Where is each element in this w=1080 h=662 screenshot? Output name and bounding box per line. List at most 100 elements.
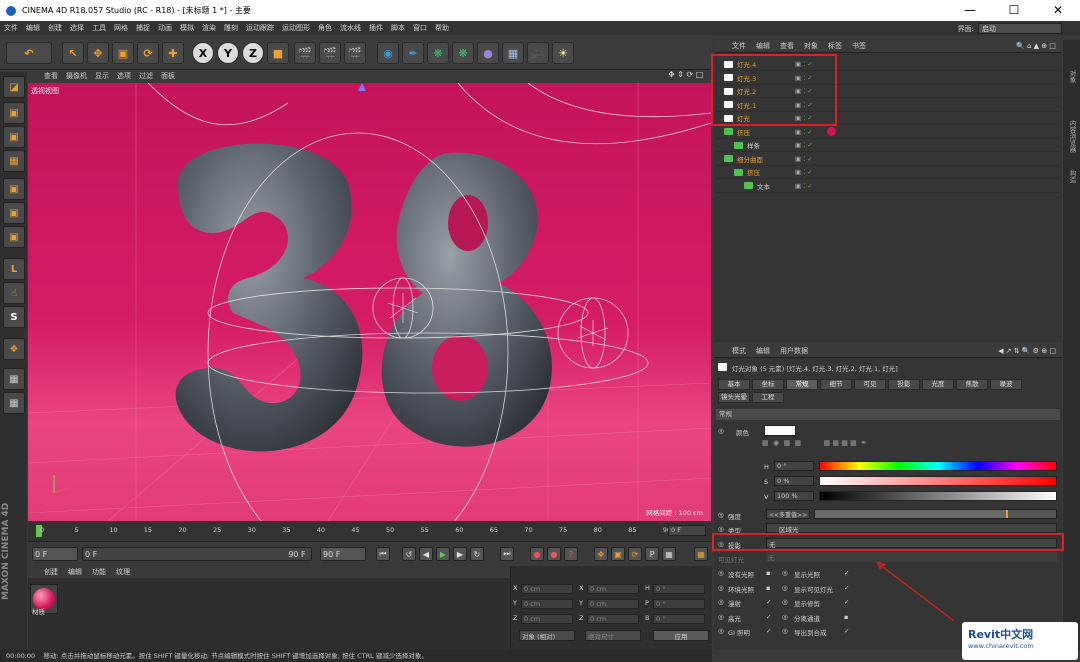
coord-field[interactable]: 0 cm xyxy=(587,599,639,609)
key-pla-button[interactable]: ▦ xyxy=(662,547,676,561)
close-button[interactable]: ✕ xyxy=(1036,0,1080,21)
viewport-menu-item[interactable]: 摄像机 xyxy=(66,71,87,81)
type-dropdown[interactable]: 区域光 xyxy=(766,523,1057,534)
keyframe-selection-button[interactable]: ? xyxy=(564,547,578,561)
light-button[interactable]: ☀ xyxy=(552,42,574,64)
object-name[interactable]: 挤压 xyxy=(737,127,795,137)
saturation-slider[interactable] xyxy=(819,476,1057,486)
interface-dropdown[interactable]: 启动 xyxy=(978,23,1062,34)
check-radio[interactable]: ◎ xyxy=(718,598,724,606)
rotate-tool-button[interactable]: ⟳ xyxy=(137,42,159,64)
minimize-button[interactable]: — xyxy=(948,0,992,21)
intensity-field[interactable]: <<多重值>> xyxy=(766,509,810,519)
key-rotation-button[interactable]: ⟳ xyxy=(628,547,642,561)
object-menu-item[interactable]: 书签 xyxy=(852,41,866,51)
check-radio[interactable]: ◎ xyxy=(718,569,724,577)
key-position-button[interactable]: ✥ xyxy=(594,547,608,561)
z-axis-button[interactable]: Z xyxy=(242,42,264,64)
side-tab[interactable]: 内容浏览器 xyxy=(1067,120,1077,153)
object-row[interactable]: 文本 ▣ ⁚ ✓ xyxy=(716,180,1060,193)
menu-item[interactable]: 网格 xyxy=(114,23,128,33)
intensity-slider[interactable] xyxy=(814,509,1057,519)
attribute-tab[interactable]: 噪波 xyxy=(990,379,1022,390)
enable-check-icon[interactable]: ✓ xyxy=(807,141,812,149)
render-view-button[interactable]: 🎬 xyxy=(294,42,316,64)
deformer-button[interactable]: ● xyxy=(477,42,499,64)
floor-button[interactable]: ▦ xyxy=(502,42,524,64)
render-settings-button[interactable]: 🎬 xyxy=(344,42,366,64)
menu-item[interactable]: 脚本 xyxy=(391,23,405,33)
attribute-tab[interactable]: 工程 xyxy=(752,392,784,403)
checkbox[interactable]: ✓ xyxy=(766,627,771,635)
visibility-toggle-icon[interactable]: ▣ ⁚ xyxy=(795,182,805,190)
polygons-mode-button[interactable]: ▣ xyxy=(3,226,25,248)
type-radio[interactable]: ◎ xyxy=(718,525,724,533)
color-radio[interactable]: ◎ xyxy=(718,427,724,435)
attribute-menu-item[interactable]: 模式 xyxy=(732,346,746,356)
apply-button[interactable]: 应用 xyxy=(653,630,709,641)
play-button[interactable]: ▶ xyxy=(436,547,450,561)
cube-object-button[interactable]: ◉ xyxy=(377,42,399,64)
coordinate-system-button[interactable]: ■ xyxy=(267,42,289,64)
go-to-start-button[interactable]: ⏮ xyxy=(376,547,390,561)
checkbox[interactable]: ✓ xyxy=(844,598,849,606)
timeline[interactable]: 0 5 10 15 20 25 30 35 40 45 50 55 60 65 70 75 80 85 90 0 F xyxy=(28,521,712,541)
object-menu-item[interactable]: 查看 xyxy=(780,41,794,51)
camera-button[interactable]: 🎥 xyxy=(527,42,549,64)
tweak-mode-button[interactable]: ☝ xyxy=(3,282,25,304)
size-mode-dropdown[interactable]: 绝对尺寸 xyxy=(585,630,641,641)
viewport-menu-item[interactable]: 显示 xyxy=(95,71,109,81)
object-manager-nav-icons[interactable]: 🔍 ⌂ ▲ ⊕ □ xyxy=(1016,42,1056,50)
object-row[interactable]: 细分曲面 ▣ ⁚ ✓ xyxy=(716,153,1060,166)
key-scale-button[interactable]: ▣ xyxy=(611,547,625,561)
viewport-menu-item[interactable]: 过滤 xyxy=(139,71,153,81)
coord-field[interactable]: 0 cm xyxy=(521,584,573,594)
viewport-nav-icons[interactable]: ✥ ⇕ ⟳ □ xyxy=(668,70,703,79)
menu-item[interactable]: 运动图形 xyxy=(282,23,310,33)
visibility-toggle-icon[interactable]: ▣ ⁚ xyxy=(795,168,805,176)
recent-tool-button[interactable]: ✚ xyxy=(162,42,184,64)
pen-spline-button[interactable]: ✒ xyxy=(402,42,424,64)
visibility-toggle-icon[interactable]: ▣ ⁚ xyxy=(795,155,805,163)
menu-item[interactable]: 流水线 xyxy=(340,23,361,33)
color-picker-mode-icons[interactable]: ▦ ◉ ▦ ▦ ▦ ▦ ▦ ▦ ✒ xyxy=(762,439,867,447)
checkbox[interactable]: ▪ xyxy=(766,584,770,592)
texture-mode-button[interactable]: ▣ xyxy=(3,126,25,148)
menu-item[interactable]: 创建 xyxy=(48,23,62,33)
menu-item[interactable]: 捕捉 xyxy=(136,23,150,33)
menu-item[interactable]: 模拟 xyxy=(180,23,194,33)
attribute-nav-icons[interactable]: ◀ ↗ ⇅ 🔍 ⚙ ⊕ □ xyxy=(998,347,1056,355)
object-menu-item[interactable]: 编辑 xyxy=(756,41,770,51)
checkbox[interactable]: ✓ xyxy=(766,598,771,606)
check-radio[interactable]: ◎ xyxy=(782,584,788,592)
visibility-toggle-icon[interactable]: ▣ ⁚ xyxy=(795,128,805,136)
attribute-tab[interactable]: 镜头光晕 xyxy=(718,392,750,403)
menu-item[interactable]: 动画 xyxy=(158,23,172,33)
scale-tool-button[interactable]: ▣ xyxy=(112,42,134,64)
menu-item[interactable]: 编辑 xyxy=(26,23,40,33)
enable-check-icon[interactable]: ✓ xyxy=(807,128,812,136)
select-tool-button[interactable]: ↖ xyxy=(62,42,84,64)
coord-field[interactable]: 0 cm xyxy=(521,599,573,609)
render-picture-viewer-button[interactable]: 🎬 xyxy=(319,42,341,64)
coord-field[interactable]: 0 cm xyxy=(521,614,573,624)
enable-check-icon[interactable]: ✓ xyxy=(807,168,812,176)
check-radio[interactable]: ◎ xyxy=(718,627,724,635)
attribute-tab[interactable]: 可见 xyxy=(854,379,886,390)
move-tool-button[interactable]: ✥ xyxy=(87,42,109,64)
check-radio[interactable]: ◎ xyxy=(718,584,724,592)
make-editable-button[interactable]: ◪ xyxy=(3,76,25,98)
attribute-tab[interactable]: 光度 xyxy=(922,379,954,390)
attribute-menu-item[interactable]: 编辑 xyxy=(756,346,770,356)
coord-field[interactable]: 0 ° xyxy=(653,614,705,624)
menu-item[interactable]: 角色 xyxy=(318,23,332,33)
key-parameter-button[interactable]: P xyxy=(645,547,659,561)
menu-item[interactable]: 雕刻 xyxy=(224,23,238,33)
visibility-toggle-icon[interactable]: ▣ ⁚ xyxy=(795,141,805,149)
saturation-field[interactable]: 0 % xyxy=(774,476,814,486)
previous-frame-button[interactable]: ◀ xyxy=(419,547,433,561)
checkbox[interactable]: ▪ xyxy=(766,569,770,577)
start-frame-field[interactable]: 0 F xyxy=(32,547,78,561)
attribute-tab[interactable]: 细节 xyxy=(820,379,852,390)
hue-slider[interactable] xyxy=(819,461,1057,471)
